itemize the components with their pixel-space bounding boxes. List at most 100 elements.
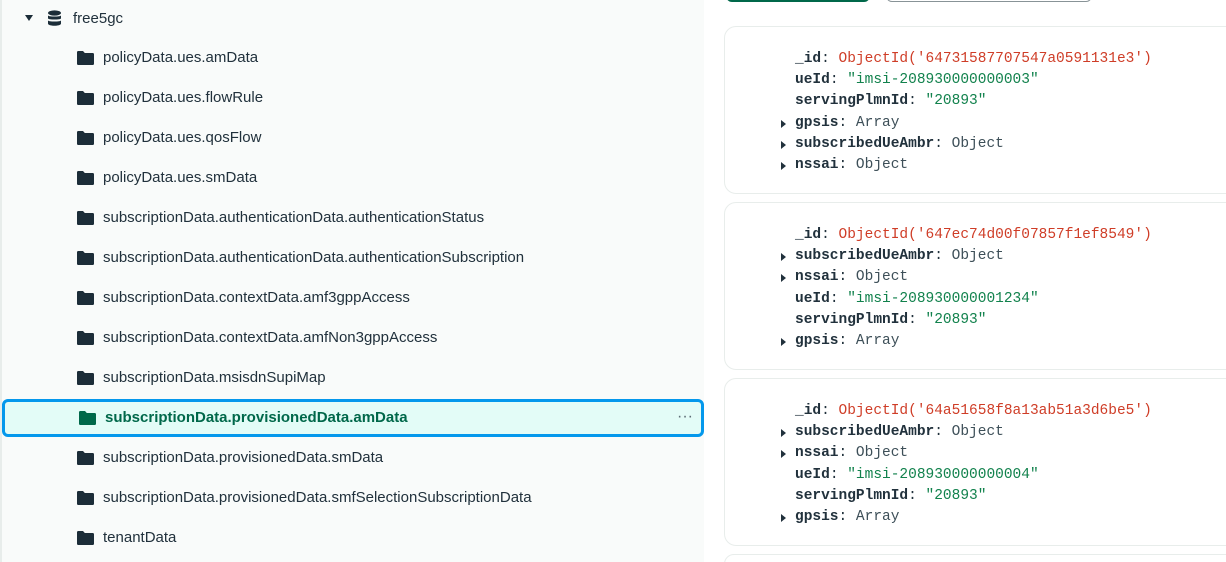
database-row-free5gc[interactable]: free5gc [0,0,704,38]
document-field[interactable]: subscribedUeAmbr: Object [781,422,1152,443]
field-separator: : [829,290,848,307]
folder-icon [77,491,94,505]
document-card[interactable]: _id: ObjectId('647ec74d00f07857f1ef8549'… [724,202,1226,370]
field-key: nssai [795,445,839,462]
document-field: ueId: "imsi-208930000000004" [795,465,1152,486]
collection-name: subscriptionData.authenticationData.auth… [103,209,485,226]
field-separator: : [838,156,856,173]
field-key: servingPlmnId [795,93,909,110]
document-field[interactable]: gpsis: Array [781,507,1152,528]
folder-icon [77,331,94,345]
toolbar-button-primary[interactable] [726,0,870,2]
document-card-partial [724,554,1226,562]
expand-caret-icon[interactable] [781,513,786,522]
document-field: ueId: "imsi-208930000001234" [795,289,1152,310]
collection-name: subscriptionData.authenticationData.auth… [103,249,525,266]
field-value: Array [855,332,900,349]
toolbar-button-secondary[interactable] [886,0,1092,2]
collection-item[interactable]: policyData.ues.amData [0,39,704,77]
field-key: gpsis [795,508,839,525]
document-field[interactable]: subscribedUeAmbr: Object [781,246,1152,267]
collection-item[interactable]: subscriptionData.provisionedData.smfSele… [0,479,704,517]
collection-item[interactable]: subscriptionData.contextData.amf3gppAcce… [0,279,704,317]
collection-name: subscriptionData.provisionedData.smData [103,449,384,466]
collection-item[interactable]: subscriptionData.msisdnSupiMap [0,359,704,397]
collection-item[interactable]: tenantData [0,519,704,557]
field-value: "imsi-208930000000003" [847,72,1039,89]
collection-name: subscriptionData.contextData.amf3gppAcce… [103,289,410,306]
field-value: Object [855,156,909,173]
collection-item[interactable]: policyData.ues.smData [0,159,704,197]
document-fields: _id: ObjectId('64731587707547a0591131e3'… [781,49,1152,176]
document-field: _id: ObjectId('64a51658f8a13ab51a3d6be5'… [795,401,1152,422]
field-value: "imsi-208930000001234" [847,290,1039,307]
expand-caret-icon[interactable] [781,161,786,170]
field-separator: : [821,51,839,67]
collection-name: subscriptionData.provisionedData.amData [105,409,408,426]
database-name: free5gc [73,10,124,27]
document-field[interactable]: nssai: Object [781,155,1152,176]
collection-item[interactable]: subscriptionData.provisionedData.smData [0,439,704,477]
expand-caret-icon[interactable] [781,429,786,438]
folder-icon [79,411,96,425]
field-separator: : [838,445,856,462]
field-key: subscribedUeAmbr [795,135,935,152]
document-field: servingPlmnId: "20893" [795,310,1152,331]
collection-name: policyData.ues.flowRule [103,89,264,106]
field-separator: : [821,227,839,243]
field-separator: : [838,508,856,525]
collection-item[interactable]: policyData.ues.qosFlow [0,119,704,157]
field-key: ueId [795,290,830,307]
document-card[interactable]: _id: ObjectId('64a51658f8a13ab51a3d6be5'… [724,378,1226,546]
field-separator: : [934,248,952,265]
field-key: servingPlmnId [795,311,909,328]
collection-item[interactable]: subscriptionData.authenticationData.auth… [0,239,704,277]
field-key: _id [795,227,822,243]
expand-caret-icon[interactable] [781,140,786,149]
field-value: Array [855,114,900,131]
collection-name: policyData.ues.qosFlow [103,129,262,146]
document-field: servingPlmnId: "20893" [795,486,1152,507]
field-key: gpsis [795,114,839,131]
document-field[interactable]: subscribedUeAmbr: Object [781,134,1152,155]
document-field[interactable]: nssai: Object [781,267,1152,288]
field-separator: : [934,135,952,152]
field-value: Object [855,445,909,462]
collection-name: subscriptionData.provisionedData.smfSele… [103,489,532,506]
field-separator: : [838,269,856,286]
expand-caret-icon[interactable] [781,119,786,128]
collection-item[interactable]: subscriptionData.provisionedData.amData ·… [2,399,704,437]
expand-caret-icon[interactable] [781,274,786,283]
expand-caret-icon[interactable] [781,337,786,346]
field-separator: : [829,466,848,483]
collection-name: policyData.ues.smData [103,169,258,186]
more-options-icon[interactable]: ··· [677,407,693,427]
caret-down-icon[interactable] [25,15,33,21]
document-field: _id: ObjectId('64731587707547a0591131e3'… [795,49,1152,70]
field-value: "20893" [925,487,987,504]
folder-icon [77,371,94,385]
expand-caret-icon[interactable] [781,253,786,262]
document-field: ueId: "imsi-208930000000003" [795,70,1152,91]
field-separator: : [908,487,926,504]
collection-item[interactable]: subscriptionData.contextData.amfNon3gppA… [0,319,704,357]
folder-icon [77,131,94,145]
folder-icon [77,91,94,105]
document-field: servingPlmnId: "20893" [795,91,1152,112]
expand-caret-icon[interactable] [781,450,786,459]
document-field[interactable]: gpsis: Array [781,331,1152,352]
folder-icon [77,51,94,65]
document-field[interactable]: gpsis: Array [781,113,1152,134]
field-value: Object [951,135,1004,152]
field-value: ObjectId('64a51658f8a13ab51a3d6be5') [838,403,1152,419]
field-value: "20893" [925,311,987,328]
collection-name: tenantData [103,529,177,546]
collection-item[interactable]: subscriptionData.authenticationData.auth… [0,199,704,237]
field-value: Object [951,424,1004,441]
document-card[interactable]: _id: ObjectId('64731587707547a0591131e3'… [724,26,1226,194]
document-field[interactable]: nssai: Object [781,443,1152,464]
field-separator: : [908,93,926,110]
field-separator: : [908,311,926,328]
collection-item[interactable]: policyData.ues.flowRule [0,79,704,117]
field-key: ueId [795,72,830,89]
